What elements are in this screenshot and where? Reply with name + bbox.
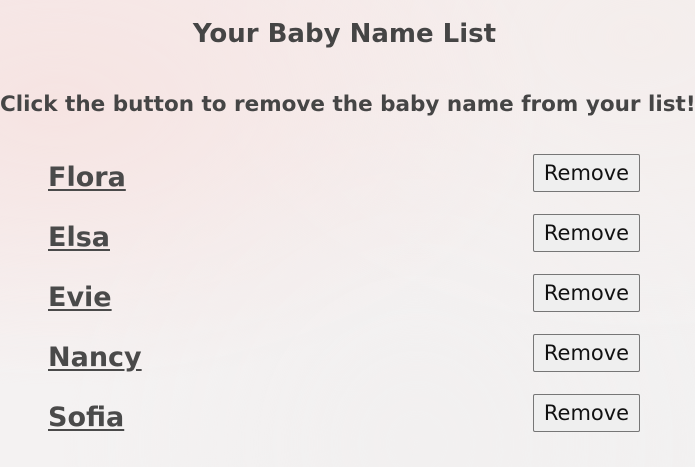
baby-name-link[interactable]: Nancy <box>48 340 142 376</box>
baby-name-list-page: Your Baby Name List Click the button to … <box>0 0 695 467</box>
instructions-text: Click the button to remove the baby name… <box>0 92 695 117</box>
remove-button[interactable]: Remove <box>533 154 640 192</box>
page-title: Your Baby Name List <box>192 19 497 49</box>
remove-button[interactable]: Remove <box>533 334 640 372</box>
baby-name-link[interactable]: Sofia <box>48 400 124 436</box>
baby-name-list: Flora Remove Elsa Remove Evie Remove Nan… <box>0 150 695 450</box>
baby-name-link[interactable]: Flora <box>48 160 126 196</box>
baby-name-link[interactable]: Evie <box>48 280 112 316</box>
remove-button[interactable]: Remove <box>533 214 640 252</box>
baby-name-link[interactable]: Elsa <box>48 220 110 256</box>
remove-button[interactable]: Remove <box>533 394 640 432</box>
list-item: Flora Remove <box>0 150 695 210</box>
list-item: Evie Remove <box>0 270 695 330</box>
remove-button[interactable]: Remove <box>533 274 640 312</box>
list-item: Sofia Remove <box>0 390 695 450</box>
list-item: Nancy Remove <box>0 330 695 390</box>
list-item: Elsa Remove <box>0 210 695 270</box>
